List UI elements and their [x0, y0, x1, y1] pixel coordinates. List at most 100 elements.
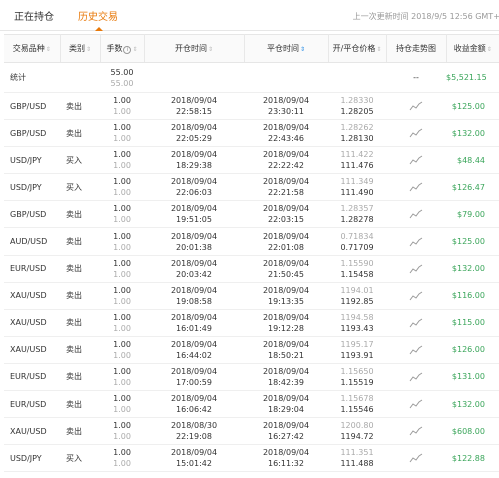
- sort-icon[interactable]: ⇕: [46, 46, 51, 53]
- table-row[interactable]: GBP/USD 卖出 1.00 1.00 2018/09/04 19:51:05 2018/…: [4, 200, 499, 229]
- trend-chart-icon[interactable]: [386, 128, 446, 138]
- open-time-cell: 2018/09/04 20:03:42: [144, 255, 244, 283]
- lots-cell: 1.00 1.00: [100, 227, 144, 256]
- trend-chart-icon[interactable]: [386, 182, 446, 192]
- price-cell: 0.71834 0.71709: [328, 227, 386, 256]
- trend-chart-icon[interactable]: [386, 372, 446, 382]
- trend-cell[interactable]: [386, 146, 446, 175]
- column-header-lots[interactable]: 手数 i ⇕: [100, 34, 145, 63]
- type-cell: 卖出: [60, 390, 100, 419]
- trend-cell[interactable]: [386, 390, 446, 419]
- type-cell: 卖出: [60, 92, 100, 121]
- table-header-row: 交易品种⇕ 类别⇕ 手数 i ⇕ 开仓时间⇕ 平仓时间⇕ 开/平仓价格⇕ 持仓走势图…: [4, 34, 499, 63]
- table-row[interactable]: AUD/USD 卖出 1.00 1.00 2018/09/04 20:01:38 2018/…: [4, 227, 499, 256]
- trend-cell[interactable]: [386, 200, 446, 229]
- price-cell: 111.351 111.488: [328, 444, 386, 473]
- trend-cell[interactable]: [386, 444, 446, 473]
- column-header-symbol[interactable]: 交易品种⇕: [4, 34, 61, 63]
- profit-cell: $126.00: [446, 336, 499, 364]
- column-header-type[interactable]: 类别⇕: [60, 34, 101, 63]
- symbol-cell: EUR/USD: [4, 390, 60, 419]
- trend-cell[interactable]: [386, 309, 446, 337]
- table-row[interactable]: EUR/USD 卖出 1.00 1.00 2018/09/04 20:03:42 2018/…: [4, 255, 499, 283]
- type-cell: 卖出: [60, 282, 100, 310]
- table-row[interactable]: USD/JPY 买入 1.00 1.00 2018/09/04 15:01:42 2018/…: [4, 444, 499, 473]
- sort-icon[interactable]: ⇕: [86, 46, 91, 53]
- symbol-cell: XAU/USD: [4, 282, 60, 310]
- open-time-cell: 2018/09/04 19:08:58: [144, 282, 244, 310]
- symbol-cell: EUR/USD: [4, 363, 60, 392]
- profit-cell: $122.88: [446, 444, 499, 473]
- trend-chart-icon[interactable]: [386, 291, 446, 301]
- trend-chart-icon[interactable]: [386, 101, 446, 111]
- trend-cell[interactable]: [386, 173, 446, 202]
- table-row[interactable]: XAU/USD 卖出 1.00 1.00 2018/09/04 16:44:02 2018/…: [4, 336, 499, 364]
- table-row[interactable]: XAU/USD 卖出 1.00 1.00 2018/09/04 19:08:58 2018/…: [4, 282, 499, 310]
- active-tab-indicator: [95, 27, 103, 31]
- sort-icon[interactable]: ⇕: [376, 46, 381, 53]
- close-time-cell: 2018/09/04 22:01:08: [244, 227, 328, 256]
- open-time-cell: 2018/09/04 15:01:42: [144, 444, 244, 473]
- table-row[interactable]: XAU/USD 卖出 1.00 1.00 2018/08/30 22:19:08 2018/…: [4, 417, 499, 446]
- column-header-trend: 持仓走势图: [386, 34, 447, 63]
- tab-trade-history[interactable]: 历史交易: [78, 8, 118, 23]
- open-time-cell: 2018/09/04 17:00:59: [144, 363, 244, 392]
- trend-chart-icon[interactable]: [386, 264, 446, 274]
- trend-chart-icon[interactable]: [386, 237, 446, 247]
- open-time-cell: 2018/09/04 20:01:38: [144, 227, 244, 256]
- trend-cell[interactable]: [386, 255, 446, 283]
- sort-desc-icon[interactable]: ⇕: [300, 46, 305, 53]
- trend-cell[interactable]: [386, 227, 446, 256]
- table-row[interactable]: EUR/USD 卖出 1.00 1.00 2018/09/04 16:06:42 2018/…: [4, 390, 499, 419]
- trend-cell[interactable]: [386, 363, 446, 392]
- type-cell: 卖出: [60, 200, 100, 229]
- column-header-open-time[interactable]: 开仓时间⇕: [144, 34, 245, 63]
- profit-cell: $132.00: [446, 255, 499, 283]
- sort-icon[interactable]: ⇕: [487, 46, 492, 53]
- sort-icon[interactable]: ⇕: [132, 46, 137, 53]
- profit-cell: $126.47: [446, 173, 499, 202]
- type-cell: 卖出: [60, 255, 100, 283]
- tab-open-positions[interactable]: 正在持仓: [14, 8, 54, 23]
- lots-cell: 1.00 1.00: [100, 173, 144, 202]
- close-time-cell: 2018/09/04 21:50:45: [244, 255, 328, 283]
- trend-chart-icon[interactable]: [386, 399, 446, 409]
- type-cell: 卖出: [60, 309, 100, 337]
- close-time-cell: 2018/09/04 18:50:21: [244, 336, 328, 364]
- sort-icon[interactable]: ⇕: [208, 46, 213, 53]
- trend-chart-icon[interactable]: [386, 453, 446, 463]
- trend-chart-icon[interactable]: [386, 318, 446, 328]
- last-updated-text: 上一次更新时间 2018/9/5 12:56 GMT+8: [352, 12, 499, 21]
- trend-cell[interactable]: [386, 92, 446, 121]
- lots-cell: 1.00 1.00: [100, 309, 144, 337]
- price-cell: 1.15678 1.15546: [328, 390, 386, 419]
- close-time-cell: 2018/09/04 18:42:39: [244, 363, 328, 392]
- price-cell: 111.422 111.476: [328, 146, 386, 175]
- table-row[interactable]: XAU/USD 卖出 1.00 1.00 2018/09/04 16:01:49 2018/…: [4, 309, 499, 337]
- info-icon[interactable]: i: [123, 46, 132, 54]
- trend-chart-icon[interactable]: [386, 345, 446, 355]
- column-header-profit[interactable]: 收益金额⇕: [446, 34, 499, 63]
- close-time-cell: 2018/09/04 16:11:32: [244, 444, 328, 473]
- column-header-price[interactable]: 开/平仓价格⇕: [328, 34, 387, 63]
- price-cell: 1200.80 1194.72: [328, 417, 386, 446]
- close-time-cell: 2018/09/04 19:12:28: [244, 309, 328, 337]
- table-row[interactable]: GBP/USD 卖出 1.00 1.00 2018/09/04 22:58:15 2018/…: [4, 92, 499, 121]
- table-row[interactable]: EUR/USD 卖出 1.00 1.00 2018/09/04 17:00:59 2018/…: [4, 363, 499, 392]
- profit-cell: $608.00: [446, 417, 499, 446]
- trend-chart-icon[interactable]: [386, 209, 446, 219]
- open-time-cell: 2018/09/04 22:58:15: [144, 92, 244, 121]
- trend-cell[interactable]: [386, 336, 446, 364]
- table-row[interactable]: USD/JPY 买入 1.00 1.00 2018/09/04 22:06:03 2018/…: [4, 173, 499, 202]
- trend-chart-icon[interactable]: [386, 155, 446, 165]
- table-row[interactable]: USD/JPY 买入 1.00 1.00 2018/09/04 18:29:38 2018/…: [4, 146, 499, 175]
- trend-chart-icon[interactable]: [386, 426, 446, 436]
- tab-bar: 正在持仓 历史交易 上一次更新时间 2018/9/5 12:56 GMT+8: [0, 0, 499, 31]
- profit-cell: $48.44: [446, 146, 499, 175]
- trend-cell[interactable]: [386, 119, 446, 148]
- lots-cell: 1.00 1.00: [100, 336, 144, 364]
- table-row[interactable]: GBP/USD 卖出 1.00 1.00 2018/09/04 22:05:29 2018/…: [4, 119, 499, 148]
- trend-cell[interactable]: [386, 282, 446, 310]
- trend-cell[interactable]: [386, 417, 446, 446]
- column-header-close-time[interactable]: 平仓时间⇕: [244, 34, 329, 63]
